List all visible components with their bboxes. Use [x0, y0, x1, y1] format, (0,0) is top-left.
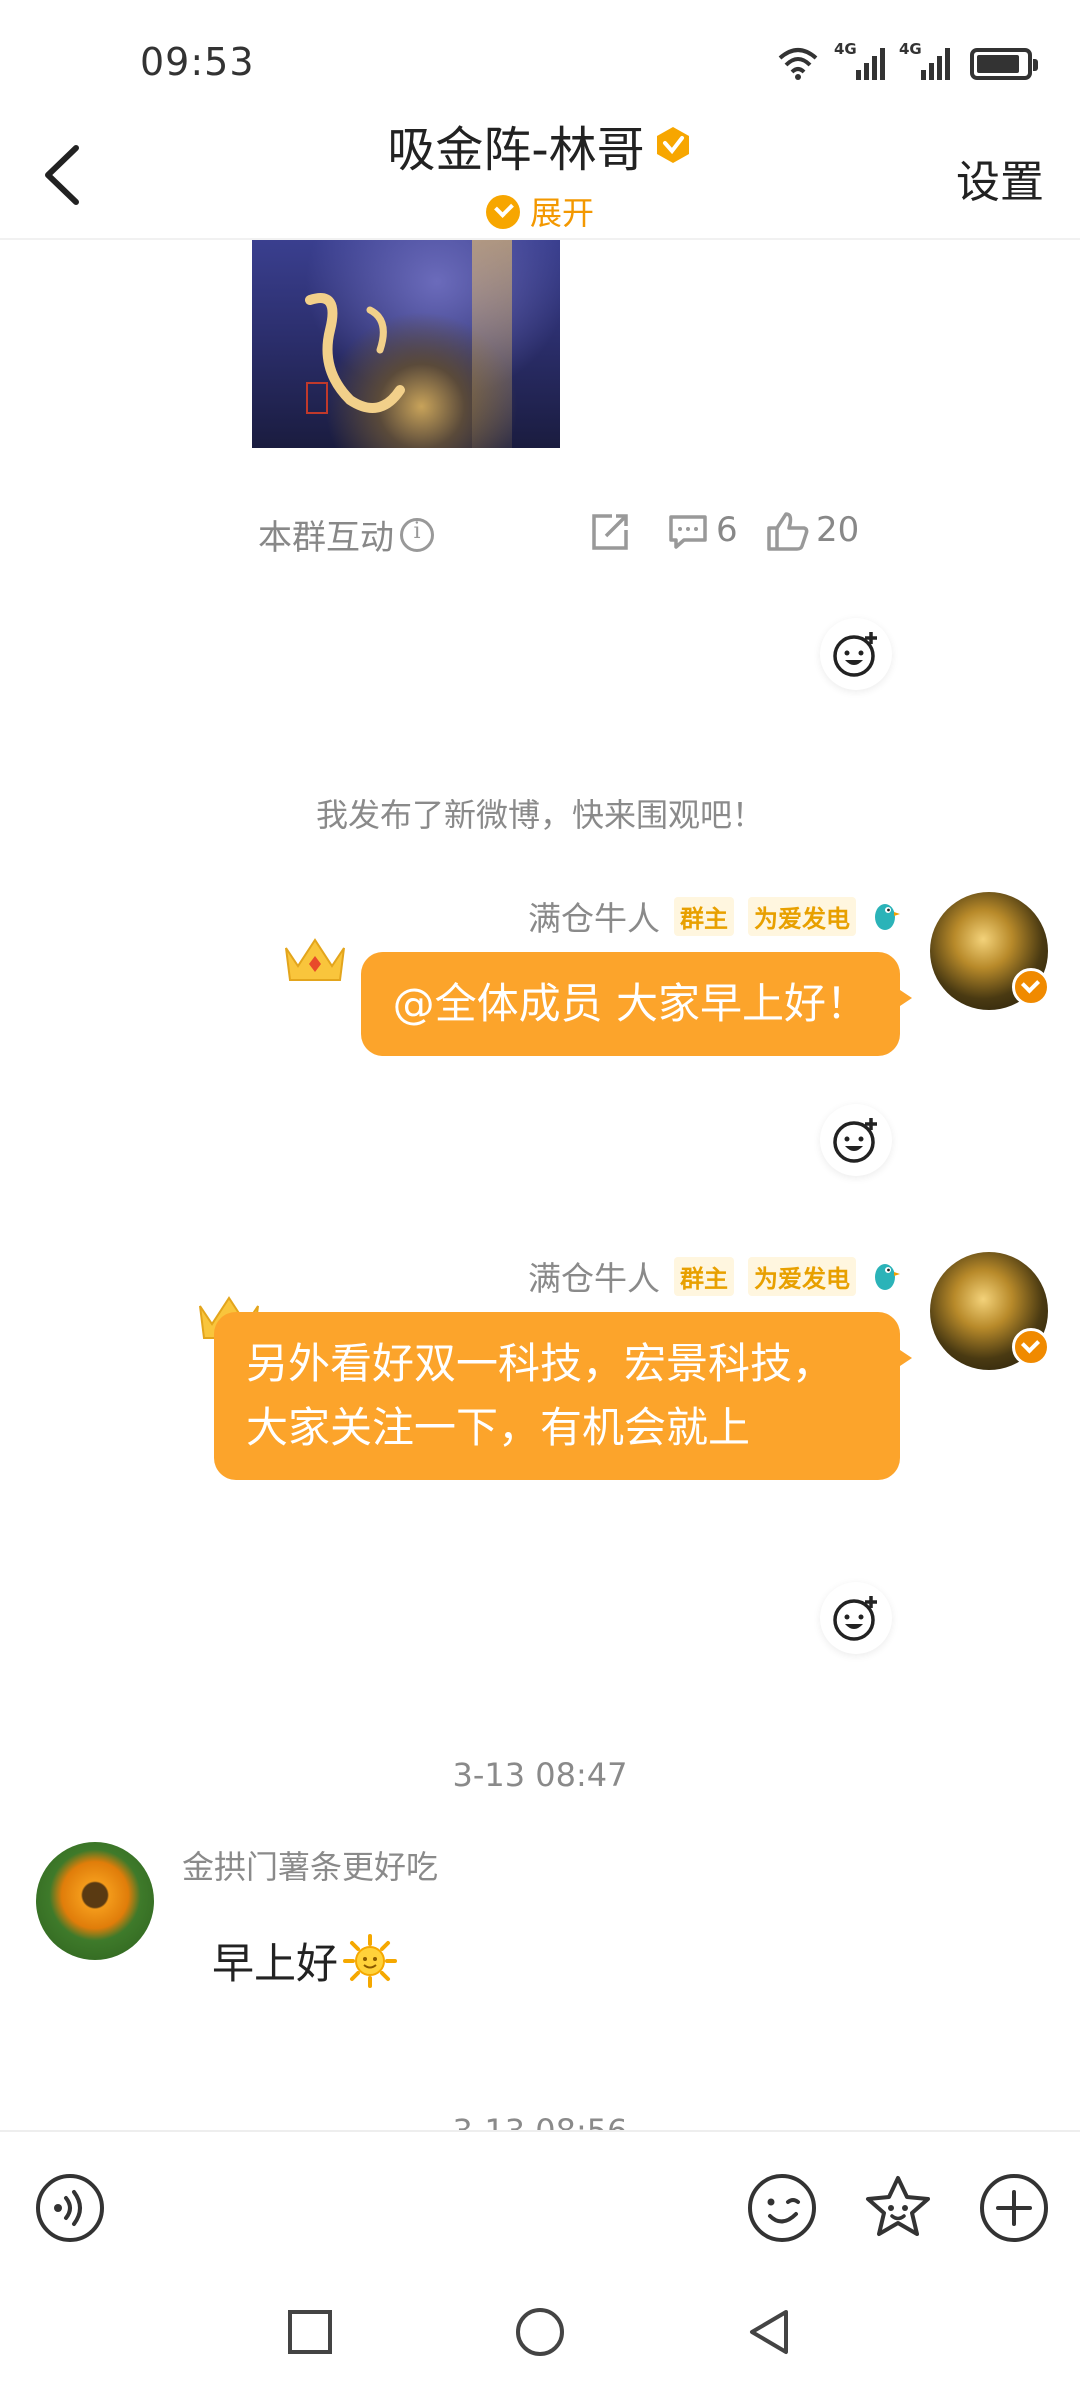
network-type-label: 4G — [834, 40, 857, 58]
sender-line: 满仓牛人 群主 为爱发电 — [528, 892, 900, 940]
member-name[interactable]: 金拱门薯条更好吃 — [182, 1842, 438, 1888]
comment-count: 6 — [716, 510, 738, 550]
message-bubble[interactable]: @全体成员 大家早上好！ — [360, 952, 913, 1056]
interaction-label: 本群互动 — [258, 518, 394, 558]
signal-icon-1: 4G — [834, 40, 885, 80]
owner-tag: 群主 — [674, 1256, 734, 1296]
interaction-row: 本群互动 6 20 — [258, 504, 878, 560]
group-title-text: 吸金阵-林哥 — [387, 122, 645, 178]
sticker-icon — [866, 2176, 930, 2236]
group-title[interactable]: 吸金阵-林哥 — [387, 110, 692, 180]
info-icon[interactable] — [400, 517, 434, 552]
settings-button[interactable]: 设置 — [956, 146, 1044, 210]
chat-header: 吸金阵-林哥 展开 设置 — [0, 100, 1080, 240]
status-icons: 4G 4G — [776, 40, 1038, 80]
signal-icon-2: 4G — [899, 40, 950, 80]
back-button[interactable] — [742, 2304, 798, 2360]
share-icon[interactable] — [590, 512, 630, 552]
voice-icon — [36, 2174, 104, 2242]
add-reaction-icon — [833, 1596, 877, 1641]
add-reaction-icon — [833, 1118, 877, 1163]
sender-avatar[interactable] — [930, 1252, 1050, 1370]
post-image[interactable] — [252, 240, 560, 448]
sun-emoji-icon — [343, 1933, 398, 1988]
system-notice: 我发布了新微博，快来围观吧！ — [315, 796, 764, 834]
add-reaction-button[interactable] — [820, 1582, 892, 1654]
voice-button[interactable] — [34, 2172, 106, 2244]
sticker-button[interactable] — [862, 2172, 934, 2244]
circle-icon — [516, 2308, 564, 2356]
sender-avatar[interactable] — [930, 892, 1050, 1010]
add-reaction-button[interactable] — [820, 1104, 892, 1176]
add-reaction-button[interactable] — [820, 618, 892, 690]
status-time: 09:53 — [140, 40, 255, 84]
more-button[interactable] — [978, 2172, 1050, 2244]
plus-icon — [980, 2174, 1048, 2242]
sender-name[interactable]: 满仓牛人 — [528, 1252, 660, 1300]
message-bubble[interactable]: 另外看好双一科技，宏景科技，大家关注一下，有机会就上 — [214, 1312, 912, 1480]
add-reaction-icon — [833, 632, 877, 677]
comment-icon[interactable] — [668, 514, 708, 550]
input-bar — [0, 2130, 1080, 2280]
triangle-back-icon — [750, 2310, 788, 2354]
wifi-icon — [778, 48, 818, 80]
message-text[interactable]: 早上好 — [212, 1930, 398, 1991]
fan-tag: 为爱发电 — [748, 1256, 856, 1296]
verified-icon — [1012, 968, 1050, 1006]
waterfall-decoration — [472, 240, 512, 448]
sender-line: 满仓牛人 群主 为爱发电 — [528, 1252, 900, 1300]
verified-badge-icon — [656, 127, 689, 163]
bird-badge-icon — [875, 1264, 900, 1290]
home-button[interactable] — [512, 2304, 568, 2360]
owner-tag: 群主 — [674, 896, 734, 936]
emoji-button[interactable] — [746, 2172, 818, 2244]
like-count: 20 — [816, 510, 860, 550]
seal-stamp — [306, 382, 328, 414]
battery-icon — [970, 48, 1038, 80]
bird-badge-icon — [875, 904, 900, 930]
fan-tag: 为爱发电 — [748, 896, 856, 936]
sender-name[interactable]: 满仓牛人 — [528, 892, 660, 940]
title-wrap: 吸金阵-林哥 — [0, 110, 1080, 180]
system-nav-bar — [0, 2280, 1080, 2400]
recents-button[interactable] — [282, 2304, 338, 2360]
member-avatar[interactable] — [36, 1842, 154, 1960]
expand-button[interactable]: 展开 — [0, 188, 1080, 234]
square-icon — [288, 2310, 332, 2354]
expand-label: 展开 — [529, 194, 594, 232]
message-text-content: 早上好 — [212, 1939, 339, 1988]
check-icon — [485, 195, 520, 229]
message-timestamp: 3-13 08:47 — [452, 1756, 628, 1794]
emoji-icon — [748, 2174, 816, 2242]
crown-icon — [285, 938, 345, 981]
group-interaction[interactable]: 本群互动 — [258, 510, 434, 559]
verified-icon — [1012, 1328, 1050, 1366]
network-type-label: 4G — [899, 40, 922, 58]
like-icon[interactable] — [766, 510, 810, 552]
